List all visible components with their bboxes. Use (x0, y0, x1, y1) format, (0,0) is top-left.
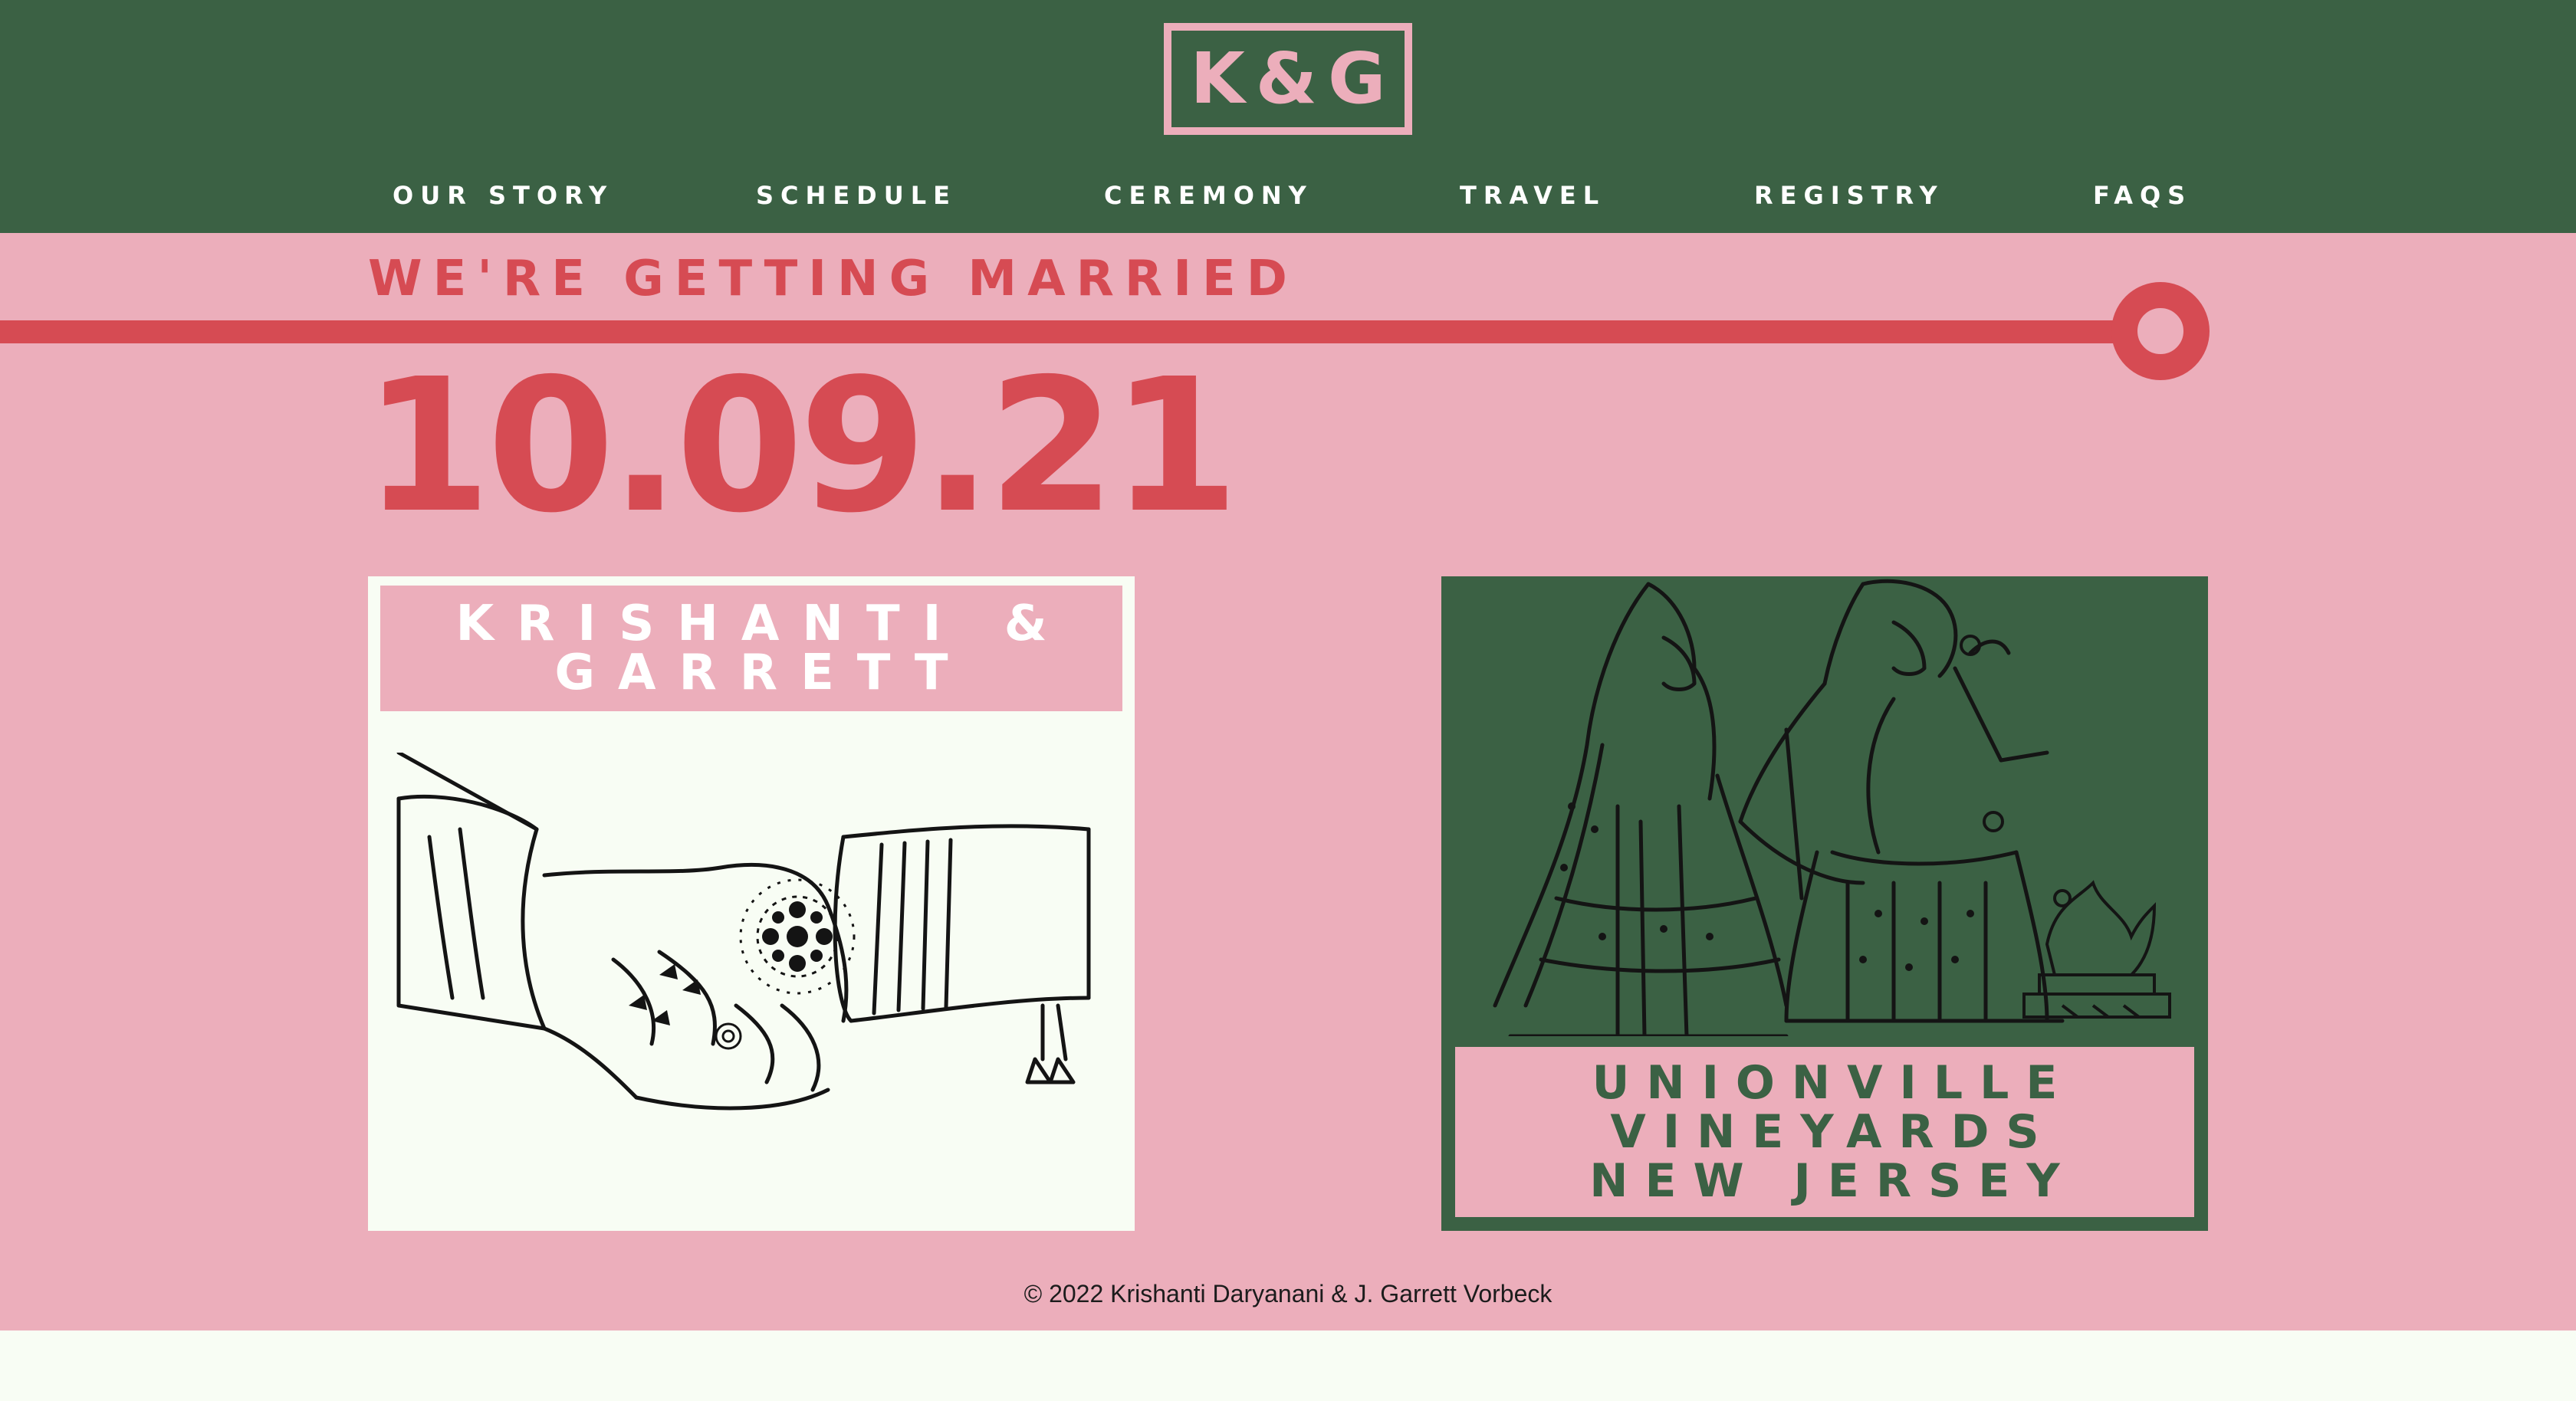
nav-travel[interactable]: TRAVEL (1460, 178, 1605, 213)
couple-names-banner: KRISHANTI & GARRETT (380, 586, 1122, 711)
nav-schedule[interactable]: SCHEDULE (756, 178, 957, 213)
hands-clasped-mehndi-illustration (396, 753, 1091, 1111)
site-logo[interactable]: K&G (1164, 23, 1412, 135)
wedding-couple-pheras-illustration (1493, 579, 2171, 1036)
nav-faqs[interactable]: FAQS (2093, 178, 2192, 213)
venue-card: UNIONVILLE VINEYARDS NEW JERSEY (1441, 576, 2208, 1231)
nav-ceremony[interactable]: CEREMONY (1104, 178, 1313, 213)
venue-line-1: UNIONVILLE (1592, 1056, 2075, 1110)
couple-card: KRISHANTI & GARRETT (368, 576, 1135, 1231)
wedding-date: 10.09.21 (363, 339, 1239, 553)
couple-names-line-1: KRISHANTI & (455, 596, 1070, 652)
footer-copyright: © 2022 Krishanti Daryanani & J. Garrett … (1024, 1280, 1552, 1307)
timeline-ring (2111, 282, 2210, 380)
couple-names-line-2: GARRETT (554, 645, 971, 701)
hero-tagline: WE'RE GETTING MARRIED (368, 251, 1298, 307)
venue-line-3: NEW JERSEY (1589, 1154, 2077, 1208)
venue-banner: UNIONVILLE VINEYARDS NEW JERSEY (1455, 1047, 2194, 1217)
site-header: K&G OUR STORY SCHEDULE CEREMONY TRAVEL R… (0, 0, 2576, 233)
nav-our-story[interactable]: OUR STORY (393, 178, 613, 213)
nav-registry[interactable]: REGISTRY (1754, 178, 1944, 213)
venue-line-2: VINEYARDS (1610, 1105, 2056, 1159)
